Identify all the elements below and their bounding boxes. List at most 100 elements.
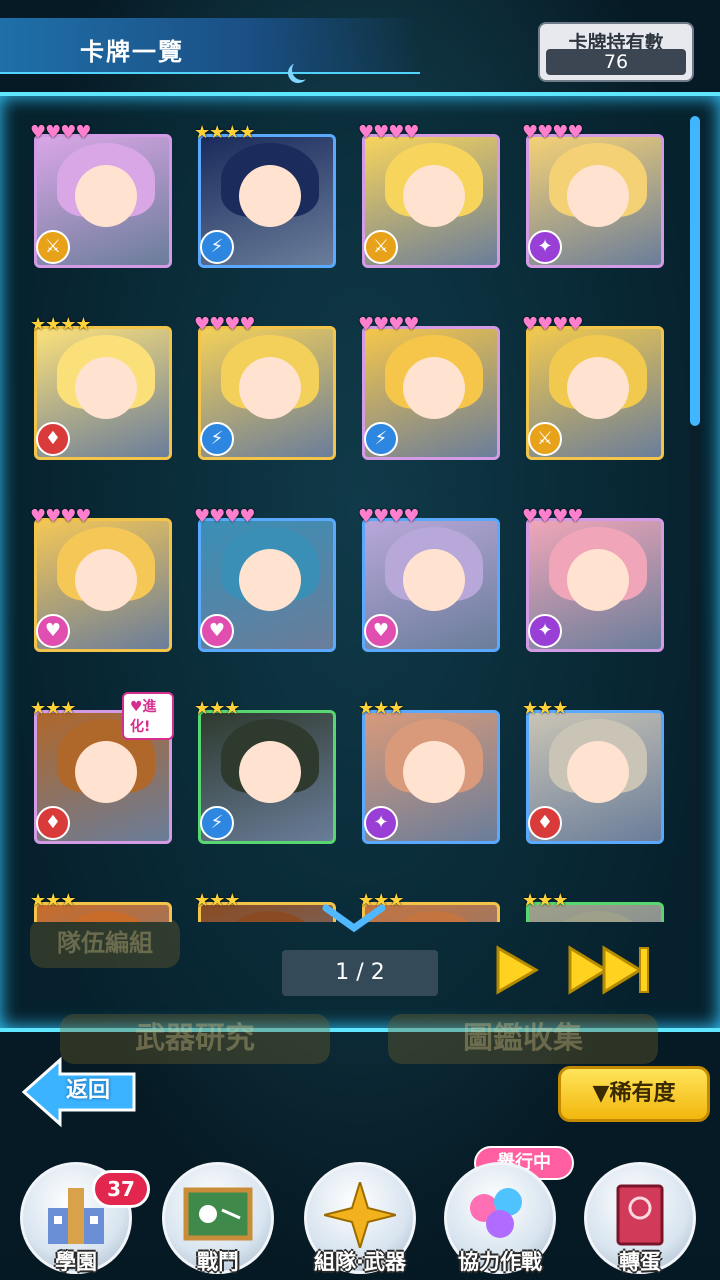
ghost-button-collection: 圖鑑收集 <box>388 1014 658 1064</box>
card-tile[interactable]: ♥♥♥♥ ♥ <box>194 506 338 652</box>
nav-coop-label: 協力作戰 <box>458 1250 542 1274</box>
back-button[interactable]: 返回 <box>20 1056 138 1128</box>
card-count-box: 卡牌持有數 76 <box>538 22 694 82</box>
sort-rarity-button[interactable]: ▼稀有度 <box>558 1066 710 1122</box>
notification-badge: 37 <box>92 1170 150 1208</box>
chalkboard-icon <box>183 1187 253 1241</box>
rarity-stars: ★★★ <box>522 698 568 719</box>
rarity-stars: ★★★ <box>194 890 240 911</box>
card-tile[interactable]: ★★★♦ <box>522 890 666 922</box>
nav-team-weapon[interactable]: 組隊·武器 <box>298 1162 422 1280</box>
rarity-hearts: ♥♥♥♥ <box>522 506 584 527</box>
card-tile[interactable]: ♥♥♥♥ ✦ <box>522 122 666 268</box>
nav-school-label: 學園 <box>55 1250 97 1274</box>
rarity-hearts: ♥♥♥♥ <box>30 122 92 143</box>
card-type-icon: ⚡ <box>200 230 234 264</box>
page-indicator: 1 / 2 <box>282 950 438 996</box>
compass-star-icon <box>324 1182 396 1248</box>
character-face <box>403 741 465 803</box>
chevron-down-icon[interactable] <box>322 904 386 934</box>
card-grid: ♥♥♥♥ ⚔ ★★★★ ⚡ ♥♥♥♥ ⚔ ♥♥♥♥ ✦ ★★★★ ♦ ♥♥♥♥ ⚡ ♥♥♥♥ ⚡ ♥♥♥♥ ⚔… <box>30 122 680 922</box>
card-tile[interactable]: ★★★★ ♦ <box>30 314 174 460</box>
nav-battle[interactable]: 戰鬥 <box>156 1162 280 1280</box>
card-tile[interactable]: ★★★ ♦ ♥進化! <box>30 692 174 844</box>
card-tile[interactable]: ♥♥♥♥ ⚡ <box>194 314 338 460</box>
scrollbar-thumb[interactable] <box>690 116 700 426</box>
card-tile[interactable]: ♥♥♥♥ ♥ <box>358 506 502 652</box>
character-face <box>239 741 301 803</box>
card-tile[interactable]: ★★★♦ <box>30 890 174 922</box>
rarity-stars: ★★★ <box>522 890 568 911</box>
card-type-icon: ⚡ <box>364 422 398 456</box>
character-hair <box>57 911 155 922</box>
rarity-stars: ★★★ <box>194 698 240 719</box>
character-hair <box>385 911 483 922</box>
ghost-button-team: 隊伍編組 <box>30 918 180 968</box>
character-face <box>75 549 137 611</box>
bottom-nav: 學園 37 戰鬥 組隊·武器 協力作戰 轉蛋 <box>0 1138 720 1280</box>
rarity-hearts: ♥♥♥♥ <box>358 314 420 335</box>
card-tile[interactable]: ♥♥♥♥ ✦ <box>522 506 666 652</box>
character-face <box>75 165 137 227</box>
header-bar: 卡牌一覽 <box>0 18 420 74</box>
nav-gacha-label: 轉蛋 <box>619 1250 661 1274</box>
card-type-icon: ⚔ <box>528 422 562 456</box>
character-face <box>567 741 629 803</box>
next-page-icon[interactable] <box>494 944 540 996</box>
rarity-stars: ★★★ <box>30 698 76 719</box>
nav-school[interactable]: 學園 37 <box>14 1162 150 1280</box>
card-tile[interactable]: ★★★ ⚡ <box>194 698 338 844</box>
rarity-hearts: ♥♥♥♥ <box>194 506 256 527</box>
card-type-icon: ♦ <box>36 422 70 456</box>
character-face <box>239 549 301 611</box>
card-type-icon: ✦ <box>364 806 398 840</box>
card-type-icon: ✦ <box>528 614 562 648</box>
card-type-icon: ♦ <box>528 806 562 840</box>
moon-icon <box>292 60 312 80</box>
card-tile[interactable]: ♥♥♥♥ ⚔ <box>522 314 666 460</box>
character-hair <box>221 911 319 922</box>
card-type-icon: ♥ <box>364 614 398 648</box>
rarity-hearts: ♥♥♥♥ <box>522 122 584 143</box>
card-type-icon: ✦ <box>528 230 562 264</box>
rarity-hearts: ♥♥♥♥ <box>194 314 256 335</box>
character-face <box>403 165 465 227</box>
rarity-stars: ★★★ <box>30 890 76 911</box>
gacha-book-icon <box>616 1184 664 1246</box>
card-type-icon: ♥ <box>36 614 70 648</box>
rarity-stars: ★★★★ <box>30 314 92 335</box>
balloons-icon <box>470 1188 522 1238</box>
nav-coop[interactable]: 協力作戰 <box>438 1162 562 1280</box>
character-face <box>239 357 301 419</box>
last-page-icon[interactable] <box>566 944 652 996</box>
character-face <box>567 549 629 611</box>
card-tile[interactable]: ★★★ ✦ <box>358 698 502 844</box>
card-tile[interactable]: ♥♥♥♥ ⚔ <box>358 122 502 268</box>
card-type-icon: ♥ <box>200 614 234 648</box>
character-hair <box>549 911 647 922</box>
rarity-hearts: ♥♥♥♥ <box>358 122 420 143</box>
card-tile[interactable]: ★★★★ ⚡ <box>194 122 338 268</box>
rarity-hearts: ♥♥♥♥ <box>30 506 92 527</box>
card-tile[interactable]: ♥♥♥♥ ⚡ <box>358 314 502 460</box>
card-count-value: 76 <box>546 49 686 75</box>
card-tile[interactable]: ♥♥♥♥ ♥ <box>30 506 174 652</box>
card-tile[interactable]: ♥♥♥♥ ⚔ <box>30 122 174 268</box>
card-tile[interactable]: ★★★ ♦ <box>522 698 666 844</box>
character-face <box>75 357 137 419</box>
rarity-stars: ★★★ <box>358 698 404 719</box>
scrollbar[interactable] <box>690 116 700 922</box>
evolve-badge: ♥進化! <box>122 692 174 740</box>
page-title: 卡牌一覽 <box>80 38 184 66</box>
character-face <box>403 549 465 611</box>
card-type-icon: ⚔ <box>36 230 70 264</box>
card-type-icon: ⚡ <box>200 422 234 456</box>
rarity-hearts: ♥♥♥♥ <box>522 314 584 335</box>
character-face <box>567 357 629 419</box>
card-type-icon: ⚡ <box>200 806 234 840</box>
card-type-icon: ♦ <box>36 806 70 840</box>
card-tile[interactable]: ★★★♦ <box>194 890 338 922</box>
character-face <box>239 165 301 227</box>
nav-gacha[interactable]: 轉蛋 <box>578 1162 702 1280</box>
nav-team-weapon-label: 組隊·武器 <box>314 1250 406 1274</box>
